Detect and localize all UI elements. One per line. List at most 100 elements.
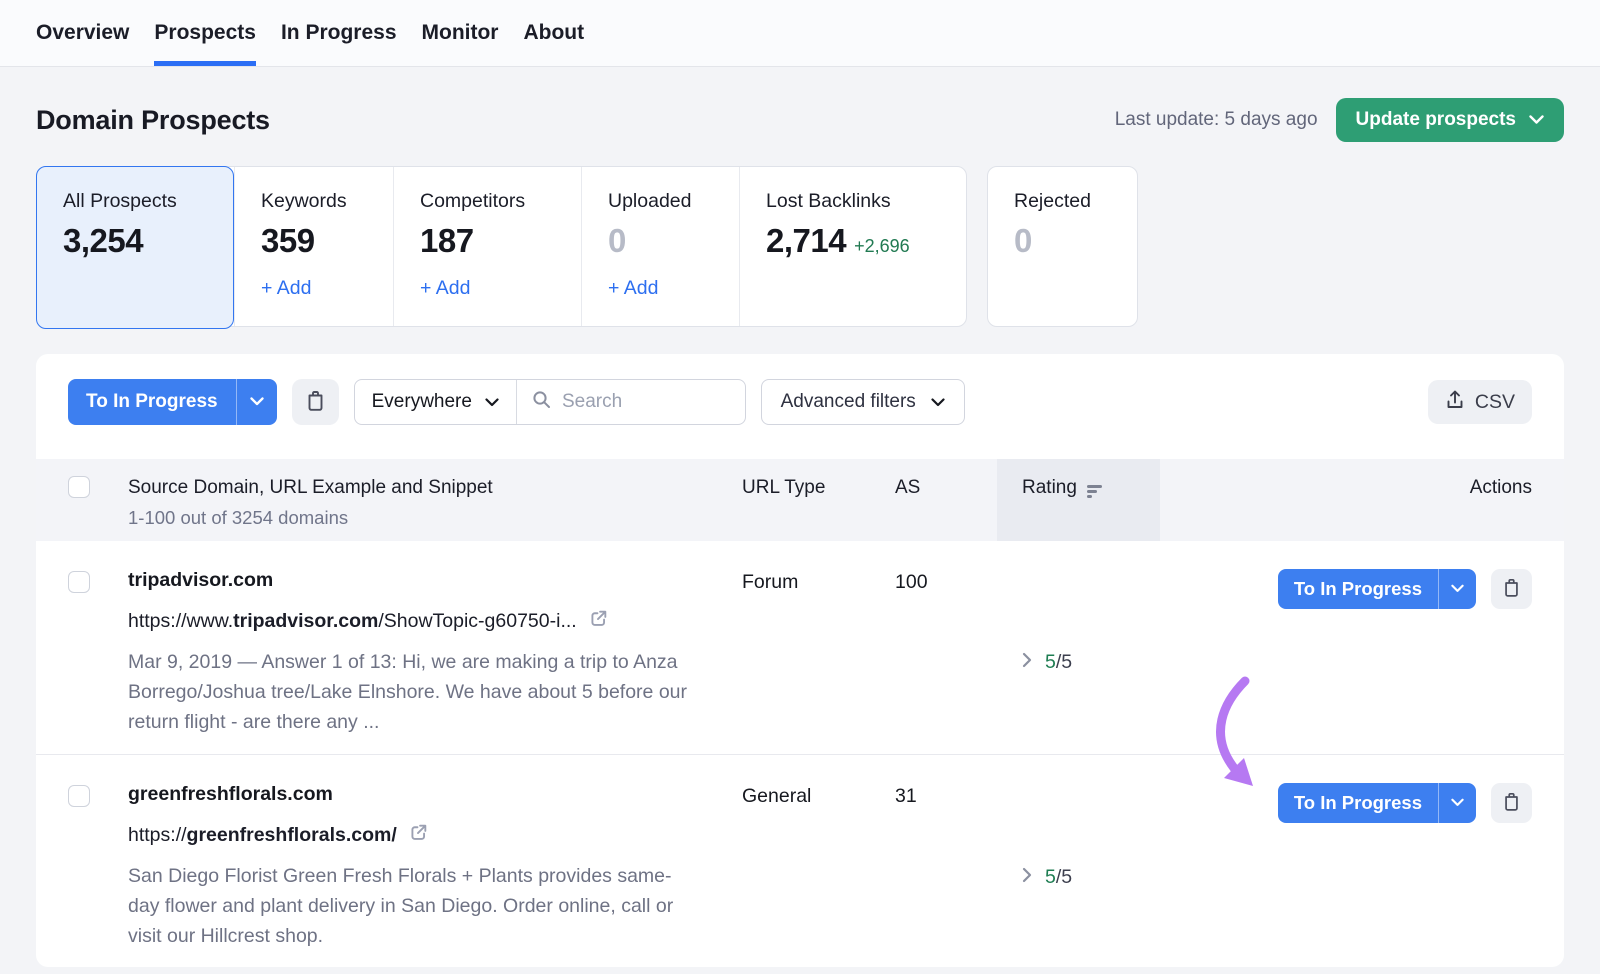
to-in-progress-label[interactable]: To In Progress: [1278, 569, 1438, 609]
column-rating-label: Rating: [1022, 477, 1077, 498]
export-csv-button[interactable]: CSV: [1427, 380, 1532, 424]
card-label: Competitors: [420, 190, 526, 212]
column-source-domain[interactable]: Source Domain, URL Example and Snippet: [128, 477, 742, 499]
chevron-right-icon[interactable]: [1022, 652, 1032, 673]
search-scope-select[interactable]: Everywhere: [355, 380, 517, 424]
as-value: 31: [895, 785, 917, 807]
bulk-action-dropdown[interactable]: [235, 379, 277, 425]
bulk-delete-button[interactable]: [291, 379, 339, 425]
url-snippet: Mar 9, 2019 — Answer 1 of 13: Hi, we are…: [128, 651, 687, 733]
url-suffix: /ShowTopic-g60750-i...: [378, 610, 577, 632]
card-label: Uploaded: [608, 190, 692, 212]
chevron-down-icon: [249, 393, 264, 411]
card-value: 0: [1014, 222, 1032, 259]
update-prospects-label: Update prospects: [1355, 109, 1516, 130]
url-type-value: Forum: [742, 571, 799, 593]
column-actions: Actions: [1469, 477, 1532, 498]
prospect-source-cards: All Prospects 3,254 Keywords 359 + Add C…: [0, 166, 1600, 329]
last-update-text: Last update: 5 days ago: [1114, 109, 1318, 130]
external-link-icon[interactable]: [408, 822, 429, 849]
card-competitors[interactable]: Competitors 187 + Add: [393, 167, 581, 326]
card-value: 2,714: [766, 222, 847, 259]
delete-row-button[interactable]: [1491, 783, 1532, 823]
card-delta: +2,696: [854, 236, 910, 256]
card-value: 359: [261, 222, 315, 259]
url-example[interactable]: https://greenfreshflorals.com/: [128, 824, 397, 847]
select-all-checkbox[interactable]: [68, 476, 90, 498]
table-toolbar: To In Progress Everywhere Search Advance…: [36, 354, 1564, 425]
card-uploaded[interactable]: Uploaded 0 + Add: [581, 167, 739, 326]
action-dropdown[interactable]: [1438, 569, 1476, 609]
url-domain: greenfreshflorals.com/: [186, 824, 397, 846]
url-prefix: https://: [128, 824, 187, 846]
external-link-icon[interactable]: [588, 608, 609, 635]
to-in-progress-button[interactable]: To In Progress: [1277, 569, 1476, 609]
chevron-down-icon: [1529, 109, 1544, 131]
chevron-down-icon: [485, 391, 499, 413]
add-competitors-link[interactable]: + Add: [420, 277, 470, 300]
url-domain: tripadvisor.com: [233, 610, 379, 632]
url-example[interactable]: https://www.tripadvisor.com/ShowTopic-g6…: [128, 610, 577, 633]
page-header: Domain Prospects Last update: 5 days ago…: [0, 98, 1600, 142]
rating-max: /5: [1055, 865, 1073, 888]
to-in-progress-button[interactable]: To In Progress: [1277, 783, 1476, 823]
search-input[interactable]: [561, 391, 712, 413]
result-range-text: 1-100 out of 3254 domains: [128, 507, 349, 528]
delete-row-button[interactable]: [1491, 569, 1532, 609]
table-row: tripadvisor.com https://www.tripadvisor.…: [36, 541, 1564, 755]
tab-in-progress[interactable]: In Progress: [281, 0, 397, 66]
card-label: All Prospects: [63, 190, 177, 212]
table-row: greenfreshflorals.com https://greenfresh…: [36, 755, 1564, 967]
column-as[interactable]: AS: [895, 459, 997, 499]
card-rejected[interactable]: Rejected 0: [987, 166, 1138, 327]
update-prospects-button[interactable]: Update prospects: [1335, 98, 1564, 142]
export-icon: [1445, 389, 1465, 416]
card-label: Lost Backlinks: [766, 190, 891, 212]
card-label: Rejected: [1014, 190, 1091, 212]
card-group: All Prospects 3,254 Keywords 359 + Add C…: [36, 166, 967, 329]
export-csv-label: CSV: [1474, 390, 1515, 413]
as-value: 100: [895, 571, 928, 593]
card-all-prospects[interactable]: All Prospects 3,254: [36, 166, 234, 329]
source-domain[interactable]: tripadvisor.com: [128, 569, 742, 592]
advanced-filters-button[interactable]: Advanced filters: [760, 379, 965, 425]
advanced-filters-label: Advanced filters: [780, 391, 916, 412]
search-box[interactable]: [517, 390, 745, 414]
add-keywords-link[interactable]: + Add: [261, 277, 311, 300]
bulk-to-in-progress-label[interactable]: To In Progress: [68, 379, 236, 425]
chevron-down-icon: [1451, 580, 1464, 598]
row-checkbox[interactable]: [68, 785, 90, 807]
table-header-row: Source Domain, URL Example and Snippet 1…: [36, 459, 1564, 541]
action-dropdown[interactable]: [1438, 783, 1476, 823]
rating-max: /5: [1055, 651, 1073, 673]
tab-overview[interactable]: Overview: [36, 0, 129, 66]
column-rating[interactable]: Rating: [997, 459, 1160, 541]
trash-icon: [305, 389, 326, 415]
card-keywords[interactable]: Keywords 359 + Add: [234, 167, 393, 326]
tab-about[interactable]: About: [523, 0, 584, 66]
card-label: Keywords: [261, 190, 347, 212]
search-icon: [532, 390, 551, 414]
rating-value: 5: [1045, 865, 1056, 888]
tab-prospects[interactable]: Prospects: [154, 0, 256, 66]
prospects-panel: To In Progress Everywhere Search Advance…: [36, 354, 1564, 967]
to-in-progress-label[interactable]: To In Progress: [1278, 783, 1438, 823]
rating-value: 5: [1045, 651, 1056, 673]
page-title: Domain Prospects: [36, 104, 270, 135]
card-lost-backlinks[interactable]: Lost Backlinks 2,714 +2,696: [739, 167, 966, 326]
sort-descending-icon[interactable]: [1086, 485, 1102, 498]
tab-monitor[interactable]: Monitor: [422, 0, 499, 66]
trash-icon: [1502, 577, 1521, 601]
chevron-right-icon[interactable]: [1022, 867, 1032, 888]
card-value: 187: [420, 222, 474, 259]
url-snippet: San Diego Florist Green Fresh Florals + …: [128, 865, 674, 947]
column-url-type[interactable]: URL Type: [742, 459, 895, 499]
row-checkbox[interactable]: [68, 571, 90, 593]
search-scope-value: Everywhere: [371, 391, 472, 412]
add-uploaded-link[interactable]: + Add: [608, 277, 658, 300]
top-navigation: Overview Prospects In Progress Monitor A…: [0, 0, 1600, 67]
bulk-to-in-progress-button[interactable]: To In Progress: [68, 379, 277, 425]
chevron-down-icon: [931, 391, 945, 413]
chevron-down-icon: [1451, 794, 1464, 812]
source-domain[interactable]: greenfreshflorals.com: [128, 783, 742, 806]
